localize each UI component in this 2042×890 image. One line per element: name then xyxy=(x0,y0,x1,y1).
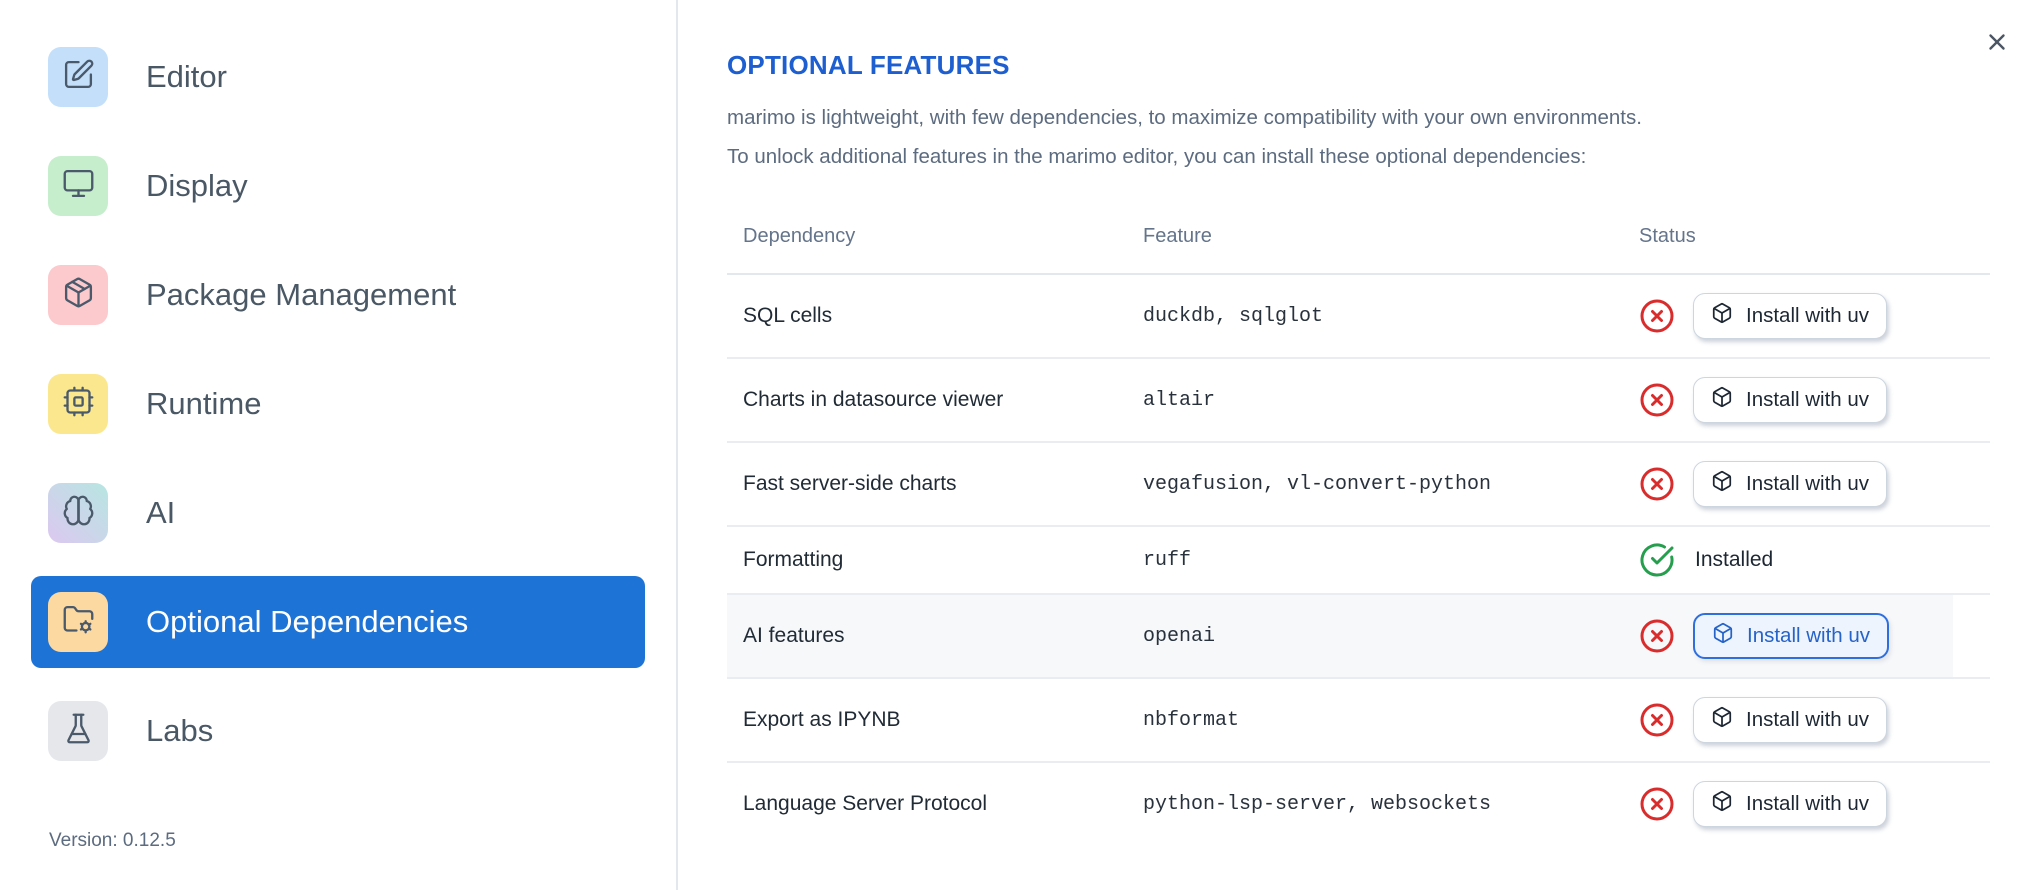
feature-cell: altair xyxy=(1143,388,1216,412)
sidebar-item-ai[interactable]: AI xyxy=(31,467,645,559)
install-button-label: Install with uv xyxy=(1746,304,1870,327)
dependency-cell: AI features xyxy=(743,624,845,647)
sidebar-item-optional-dependencies[interactable]: Optional Dependencies xyxy=(31,576,645,668)
box-icon xyxy=(1711,790,1733,818)
install-with-uv-button[interactable]: Install with uv xyxy=(1693,613,1890,659)
sidebar-item-label: AI xyxy=(146,495,176,530)
sidebar-item-editor[interactable]: Editor xyxy=(31,31,645,123)
box-icon xyxy=(1711,706,1733,734)
install-with-uv-button[interactable]: Install with uv xyxy=(1693,293,1888,339)
optional-features-panel: OPTIONAL FEATURES marimo is lightweight,… xyxy=(678,0,2042,890)
sidebar-item-label: Package Management xyxy=(146,277,457,312)
status-cell: Install with uv xyxy=(1639,781,1990,827)
close-button[interactable] xyxy=(1982,28,2012,58)
feature-cell: vegafusion, vl-convert-python xyxy=(1143,472,1492,496)
circle-x-icon xyxy=(1639,466,1675,502)
install-with-uv-button[interactable]: Install with uv xyxy=(1693,377,1888,423)
feature-cell: nbformat xyxy=(1143,708,1240,732)
settings-sidebar: Editor Display Package Management Runtim… xyxy=(0,0,678,890)
install-button-label: Install with uv xyxy=(1746,472,1870,495)
description-line-2: To unlock additional features in the mar… xyxy=(727,145,1587,168)
dependency-cell: Fast server-side charts xyxy=(743,472,957,495)
status-cell: Install with uv xyxy=(1639,377,1990,423)
sidebar-item-label: Editor xyxy=(146,59,227,94)
table-row: Formatting ruff Installed xyxy=(727,527,1990,595)
install-button-label: Install with uv xyxy=(1746,388,1870,411)
circle-x-icon xyxy=(1639,382,1675,418)
panel-description: marimo is lightweight, with few dependen… xyxy=(727,98,2042,176)
box-icon xyxy=(1712,622,1734,650)
table-body: SQL cells duckdb, sqlglot Install with u… xyxy=(727,275,1990,845)
flask-icon xyxy=(62,712,95,750)
box-icon xyxy=(1711,302,1733,330)
installed-label: Installed xyxy=(1695,548,1774,571)
sidebar-item-label: Optional Dependencies xyxy=(146,604,469,639)
table-row: Language Server Protocol python-lsp-serv… xyxy=(727,763,1990,845)
feature-cell: duckdb, sqlglot xyxy=(1143,304,1324,328)
sidebar-item-display[interactable]: Display xyxy=(31,140,645,232)
brain-icon xyxy=(62,494,95,532)
circle-x-icon xyxy=(1639,618,1675,654)
box-icon xyxy=(1711,386,1733,414)
table-header: Dependency Feature Status xyxy=(727,199,1990,275)
sidebar-item-package-management[interactable]: Package Management xyxy=(31,249,645,341)
column-header-dependency: Dependency xyxy=(743,224,856,247)
dependency-cell: Charts in datasource viewer xyxy=(743,388,1004,411)
sidebar-item-label: Runtime xyxy=(146,386,262,421)
install-with-uv-button[interactable]: Install with uv xyxy=(1693,781,1888,827)
feature-cell: ruff xyxy=(1143,548,1192,572)
dependency-cell: SQL cells xyxy=(743,304,833,327)
dependency-cell: Language Server Protocol xyxy=(743,792,987,815)
package-icon xyxy=(62,276,95,314)
sidebar-item-labs[interactable]: Labs xyxy=(31,685,645,777)
circle-x-icon xyxy=(1639,298,1675,334)
description-line-1: marimo is lightweight, with few dependen… xyxy=(727,106,1642,129)
table-row: AI features openai Install with uv xyxy=(727,595,1990,679)
version-label: Version: 0.12.5 xyxy=(49,830,176,851)
install-button-label: Install with uv xyxy=(1747,624,1871,647)
circle-x-icon xyxy=(1639,702,1675,738)
dependencies-table: Dependency Feature Status SQL cells duck… xyxy=(727,199,1990,845)
circle-check-icon xyxy=(1639,542,1675,578)
sidebar-item-label: Display xyxy=(146,168,248,203)
status-cell: Installed xyxy=(1639,542,1990,578)
page-title: OPTIONAL FEATURES xyxy=(727,50,1010,80)
dependency-cell: Formatting xyxy=(743,548,844,571)
table-row: Charts in datasource viewer altair Insta… xyxy=(727,359,1990,443)
table-row: SQL cells duckdb, sqlglot Install with u… xyxy=(727,275,1990,359)
dependency-cell: Export as IPYNB xyxy=(743,708,901,731)
monitor-icon xyxy=(62,167,95,205)
install-with-uv-button[interactable]: Install with uv xyxy=(1693,697,1888,743)
install-with-uv-button[interactable]: Install with uv xyxy=(1693,461,1888,507)
sidebar-item-list: Editor Display Package Management Runtim… xyxy=(0,31,676,777)
table-row: Export as IPYNB nbformat Install with uv xyxy=(727,679,1990,763)
folder-cog-icon xyxy=(62,603,95,641)
box-icon xyxy=(1711,470,1733,498)
status-cell: Install with uv xyxy=(1639,697,1990,743)
status-cell: Install with uv xyxy=(1639,461,1990,507)
feature-cell: python-lsp-server, websockets xyxy=(1143,792,1492,816)
settings-dialog: Editor Display Package Management Runtim… xyxy=(0,0,2042,890)
status-cell: Install with uv xyxy=(1639,613,1990,659)
square-pen-icon xyxy=(62,58,95,96)
status-cell: Install with uv xyxy=(1639,293,1990,339)
cpu-icon xyxy=(62,385,95,423)
close-icon xyxy=(1984,33,2010,58)
circle-x-icon xyxy=(1639,786,1675,822)
column-header-status: Status xyxy=(1639,224,1696,247)
table-row: Fast server-side charts vegafusion, vl-c… xyxy=(727,443,1990,527)
sidebar-item-label: Labs xyxy=(146,713,214,748)
feature-cell: openai xyxy=(1143,624,1216,648)
install-button-label: Install with uv xyxy=(1746,708,1870,731)
sidebar-item-runtime[interactable]: Runtime xyxy=(31,358,645,450)
column-header-feature: Feature xyxy=(1143,224,1212,247)
install-button-label: Install with uv xyxy=(1746,792,1870,815)
